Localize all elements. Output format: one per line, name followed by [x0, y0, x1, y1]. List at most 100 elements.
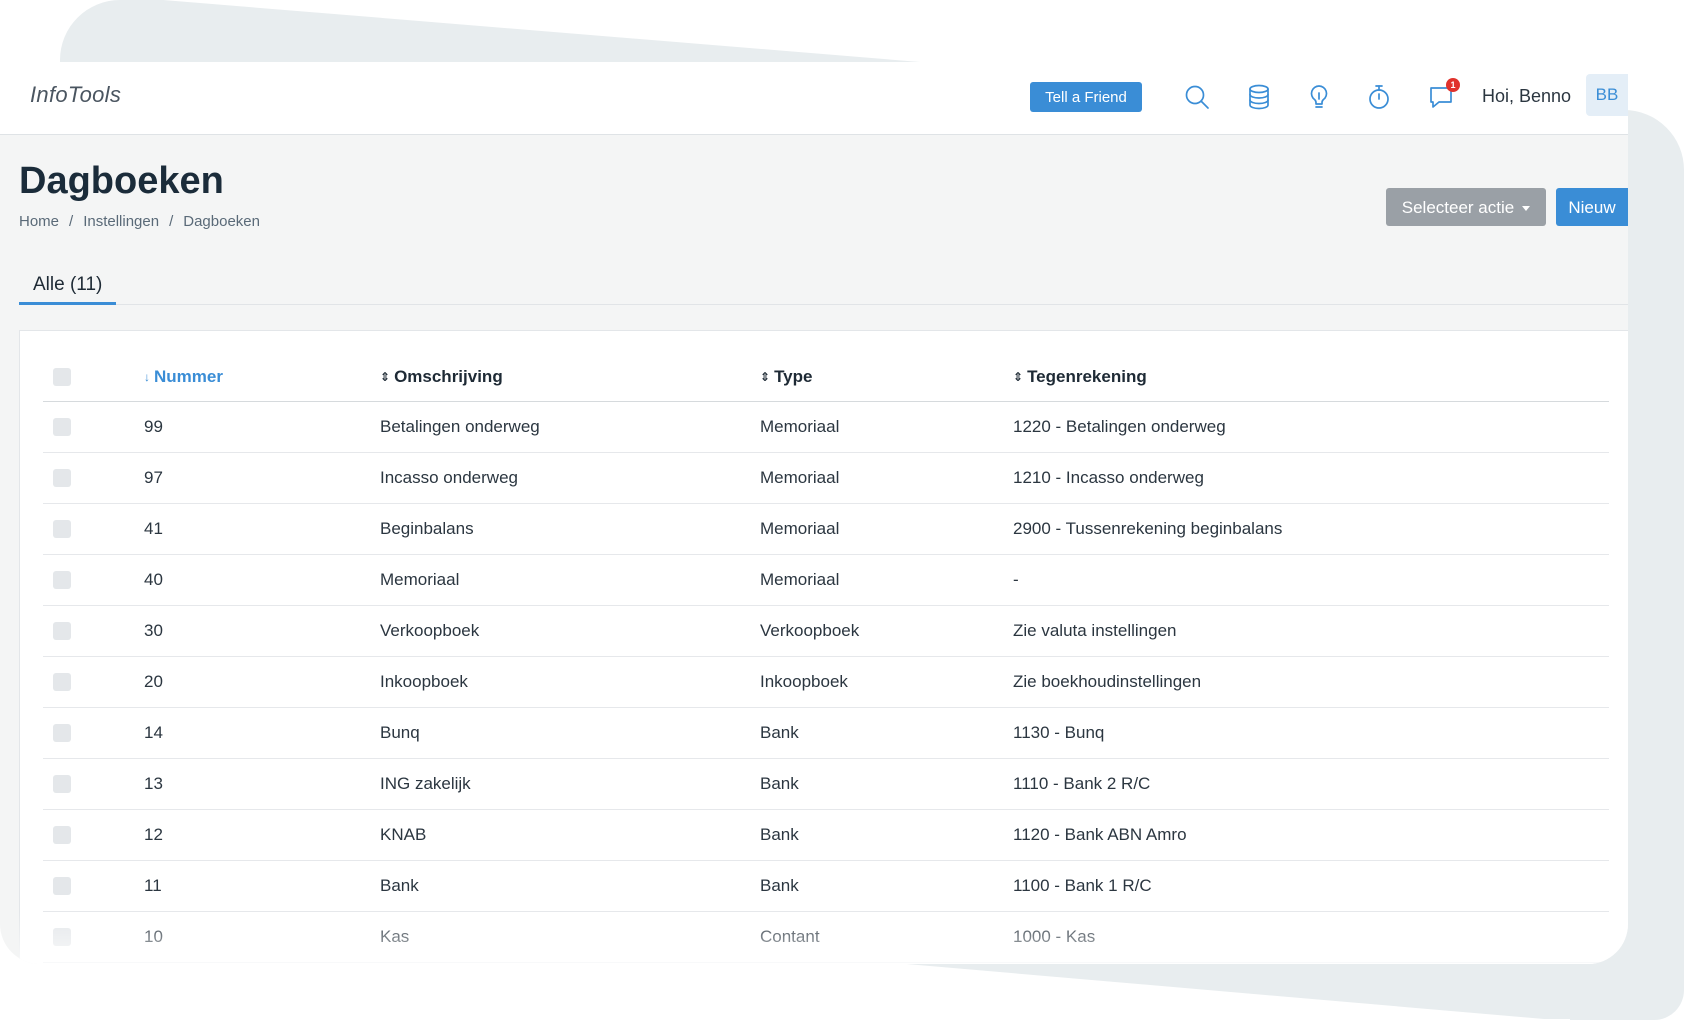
cell-tegenrekening: 1000 - Kas — [1013, 926, 1096, 946]
cell-tegenrekening: 1120 - Bank ABN Amro — [1013, 824, 1187, 844]
sort-icon: ⇕ — [1013, 370, 1024, 385]
journals-table-card: ↓ Nummer ⇕ Omschrijving ⇕ Type ⇕ Tegenrekeni… — [19, 330, 1628, 964]
page-title: Dagboeken — [19, 160, 224, 202]
cell-tegenrekening: 1210 - Incasso onderweg — [1013, 467, 1204, 487]
table-row[interactable]: 40 Memoriaal Memoriaal - — [43, 554, 1609, 605]
table-row[interactable]: 99 Betalingen onderweg Memoriaal 1220 - Bet… — [43, 401, 1609, 452]
sort-icon: ⇕ — [760, 370, 771, 385]
cell-tegenrekening: Zie valuta instellingen — [1013, 620, 1177, 640]
table-row[interactable]: 12 KNAB Bank 1120 - Bank ABN Amro — [43, 809, 1609, 860]
user-greeting: Hoi, Benno — [1482, 86, 1572, 106]
cell-tegenrekening: - — [1013, 569, 1019, 589]
cell-tegenrekening: Zie boekhoudinstellingen — [1013, 671, 1202, 691]
cell-nummer: 99 — [144, 416, 163, 436]
table-row[interactable]: 11 Bank Bank 1100 - Bank 1 R/C — [43, 860, 1609, 911]
row-checkbox[interactable] — [53, 520, 71, 539]
journals-table: ↓ Nummer ⇕ Omschrijving ⇕ Type ⇕ Tegenrekeni… — [43, 353, 1609, 963]
cell-nummer: 20 — [144, 671, 163, 691]
brand-logo[interactable]: InfoTools — [30, 82, 121, 108]
cell-nummer: 40 — [144, 569, 163, 589]
column-header-tegenrekening[interactable]: ⇕ Tegenrekening — [1013, 353, 1609, 402]
new-button[interactable]: Nieuw — [1556, 188, 1628, 226]
notification-badge: 1 — [1446, 78, 1460, 92]
cell-nummer: 12 — [144, 824, 163, 844]
stopwatch-icon — [1369, 85, 1389, 109]
sort-ascending-icon: ↓ — [144, 370, 150, 385]
select-action-label: Selecteer actie — [1401, 198, 1515, 217]
cell-nummer: 13 — [144, 773, 163, 793]
cell-tegenrekening: 1100 - Bank 1 R/C — [1013, 875, 1152, 895]
messages-button[interactable]: 1 — [1424, 78, 1460, 114]
row-checkbox[interactable] — [53, 418, 71, 437]
cell-type: Bank — [760, 824, 799, 844]
table-row[interactable]: 10 Kas Contant 1000 - Kas — [43, 911, 1609, 962]
cell-nummer: 14 — [144, 722, 163, 742]
breadcrumb-home[interactable]: Home — [19, 213, 59, 230]
cell-tegenrekening: 1130 - Bunq — [1013, 722, 1105, 742]
table-row[interactable]: 41 Beginbalans Memoriaal 2900 - Tussenreken… — [43, 503, 1609, 554]
breadcrumb-instellingen[interactable]: Instellingen — [83, 213, 159, 230]
cell-type: Memoriaal — [760, 569, 840, 589]
background-shape-bottom — [860, 960, 1620, 1019]
cell-nummer: 11 — [144, 875, 162, 895]
cell-nummer: 10 — [144, 926, 163, 946]
app-window: InfoTools Tell a Friend 1 Hoi, Benno BB … — [0, 62, 1628, 964]
tab-bar: Alle (11) — [19, 272, 1628, 305]
search-button[interactable] — [1180, 80, 1214, 114]
cell-tegenrekening: 1220 - Betalingen onderweg — [1013, 416, 1226, 436]
search-icon — [1185, 85, 1209, 109]
cell-type: Bank — [760, 722, 799, 742]
table-row[interactable]: 14 Bunq Bank 1130 - Bunq — [43, 707, 1609, 758]
cell-omschrijving: Memoriaal — [380, 569, 460, 589]
cell-omschrijving: Bank — [380, 875, 419, 895]
column-header-type[interactable]: ⇕ Type — [760, 353, 1013, 402]
cell-type: Bank — [760, 773, 799, 793]
column-header-omschrijving[interactable]: ⇕ Omschrijving — [380, 353, 760, 402]
database-button[interactable] — [1242, 80, 1276, 114]
table-row[interactable]: 97 Incasso onderweg Memoriaal 1210 - Incass… — [43, 452, 1609, 503]
row-checkbox[interactable] — [53, 571, 71, 590]
avatar[interactable]: BB — [1586, 74, 1628, 116]
top-navbar: InfoTools Tell a Friend 1 Hoi, Benno BB — [0, 62, 1628, 135]
cell-omschrijving: KNAB — [380, 824, 427, 844]
table-header-row: ↓ Nummer ⇕ Omschrijving ⇕ Type ⇕ Tegenrekeni… — [43, 353, 1609, 402]
timer-button[interactable] — [1362, 80, 1396, 114]
cell-nummer: 30 — [144, 620, 163, 640]
background-shape-top — [60, 0, 920, 62]
cell-type: Verkoopboek — [760, 620, 860, 640]
table-row[interactable]: 20 Inkoopboek Inkoopboek Zie boekhoudinstel… — [43, 656, 1609, 707]
cell-omschrijving: Incasso onderweg — [380, 467, 518, 487]
cell-nummer: 97 — [144, 467, 163, 487]
sort-icon: ⇕ — [380, 370, 391, 385]
cell-type: Contant — [760, 926, 820, 946]
row-checkbox[interactable] — [53, 724, 71, 743]
row-checkbox[interactable] — [53, 877, 71, 896]
row-checkbox[interactable] — [53, 928, 71, 947]
tab-all[interactable]: Alle (11) — [19, 272, 117, 305]
select-action-dropdown[interactable]: Selecteer actie — [1386, 188, 1546, 226]
cell-tegenrekening: 2900 - Tussenrekening beginbalans — [1013, 518, 1283, 538]
cell-type: Memoriaal — [760, 467, 840, 487]
breadcrumb: Home / Instellingen / Dagboeken — [19, 213, 260, 230]
table-row[interactable]: 30 Verkoopboek Verkoopboek Zie valuta inste… — [43, 605, 1609, 656]
cell-omschrijving: Betalingen onderweg — [380, 416, 540, 436]
table-row[interactable]: 13 ING zakelijk Bank 1110 - Bank 2 R/C — [43, 758, 1609, 809]
row-checkbox[interactable] — [53, 826, 71, 845]
cell-omschrijving: Kas — [380, 926, 410, 946]
cell-type: Memoriaal — [760, 518, 840, 538]
select-all-checkbox[interactable] — [53, 368, 71, 387]
row-checkbox[interactable] — [53, 622, 71, 641]
tips-button[interactable] — [1302, 80, 1336, 114]
database-icon — [1249, 84, 1269, 110]
row-checkbox[interactable] — [53, 469, 71, 488]
row-checkbox[interactable] — [53, 775, 71, 794]
lightbulb-icon — [1310, 85, 1328, 108]
row-checkbox[interactable] — [53, 673, 71, 692]
breadcrumb-dagboeken: Dagboeken — [183, 213, 260, 230]
cell-omschrijving: Beginbalans — [380, 518, 474, 538]
tell-a-friend-button[interactable]: Tell a Friend — [1030, 82, 1142, 112]
cell-type: Bank — [760, 875, 799, 895]
cell-omschrijving: ING zakelijk — [380, 773, 471, 793]
caret-down-icon — [1522, 206, 1531, 212]
column-header-nummer[interactable]: ↓ Nummer — [144, 353, 380, 402]
